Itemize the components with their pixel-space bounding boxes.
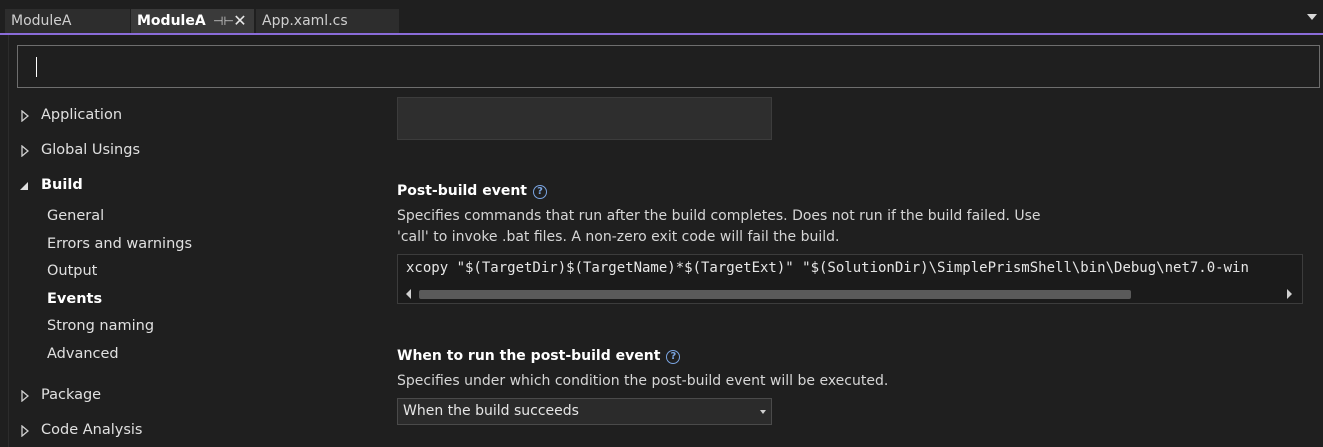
nav-item-output[interactable]: Output	[47, 263, 97, 279]
tab-label: App.xaml.cs	[262, 13, 348, 29]
project-properties-page: Application Global Usings Build General …	[8, 35, 1323, 447]
close-icon[interactable]: ✕	[231, 9, 249, 33]
nav-group-label: Application	[41, 107, 123, 123]
post-build-command-textbox[interactable]: xcopy "$(TargetDir)$(TargetName)*$(Targe…	[397, 254, 1303, 304]
post-build-command-text: xcopy "$(TargetDir)$(TargetName)*$(Targe…	[406, 260, 1249, 276]
when-to-run-heading: When to run the post-build event?	[397, 348, 681, 364]
nav-item-general[interactable]: General	[47, 208, 104, 224]
when-to-run-description: Specifies under which condition the post…	[397, 373, 889, 389]
post-build-description: Specifies commands that run after the bu…	[397, 206, 1041, 248]
pre-build-event-textbox[interactable]	[397, 97, 772, 140]
nav-item-errors-and-warnings[interactable]: Errors and warnings	[47, 236, 192, 252]
chevron-right-icon	[21, 110, 29, 122]
post-build-title: Post-build event	[397, 183, 527, 199]
scroll-right-icon[interactable]	[1287, 289, 1292, 299]
when-to-run-title: When to run the post-build event	[397, 348, 661, 364]
post-build-event-heading: Post-build event?	[397, 183, 547, 199]
tab-modulea-project[interactable]: ModuleA	[5, 9, 130, 33]
chevron-right-icon	[21, 145, 29, 157]
nav-group-label: Code Analysis	[41, 422, 143, 438]
text-caret	[36, 57, 37, 77]
document-tab-strip: ModuleA ModuleA ⊣⊢ ✕ App.xaml.cs	[0, 0, 1323, 35]
dropdown-selected-value: When the build succeeds	[403, 403, 579, 419]
expanded-triangle-icon	[20, 182, 28, 190]
tab-overflow-dropdown-icon[interactable]	[1307, 14, 1317, 20]
nav-item-advanced[interactable]: Advanced	[47, 346, 119, 362]
scroll-left-icon[interactable]	[406, 289, 411, 299]
help-icon[interactable]: ?	[532, 185, 547, 199]
nav-group-label: Global Usings	[41, 142, 141, 158]
chevron-down-icon	[760, 410, 766, 414]
nav-group-label: Build	[41, 177, 83, 193]
nav-item-events[interactable]: Events	[47, 291, 102, 307]
post-build-desc-line2: 'call' to invoke .bat files. A non-zero …	[397, 229, 840, 245]
post-build-desc-line1: Specifies commands that run after the bu…	[397, 208, 1041, 224]
chevron-right-icon	[21, 425, 29, 437]
pin-icon[interactable]: ⊣⊢	[213, 9, 234, 33]
tab-label: ModuleA	[11, 13, 72, 29]
help-icon[interactable]: ?	[666, 350, 681, 364]
chevron-right-icon	[21, 390, 29, 402]
tab-label: ModuleA	[137, 13, 206, 29]
search-properties-input[interactable]	[17, 45, 1320, 88]
when-to-run-dropdown[interactable]: When the build succeeds	[397, 398, 772, 425]
tab-app-xaml-cs[interactable]: App.xaml.cs	[256, 9, 399, 33]
tab-modulea-active[interactable]: ModuleA ⊣⊢ ✕	[131, 9, 254, 33]
nav-item-strong-naming[interactable]: Strong naming	[47, 318, 154, 334]
nav-group-label: Package	[41, 387, 102, 403]
scrollbar-thumb[interactable]	[419, 290, 1131, 299]
horizontal-scrollbar[interactable]	[398, 285, 1302, 303]
